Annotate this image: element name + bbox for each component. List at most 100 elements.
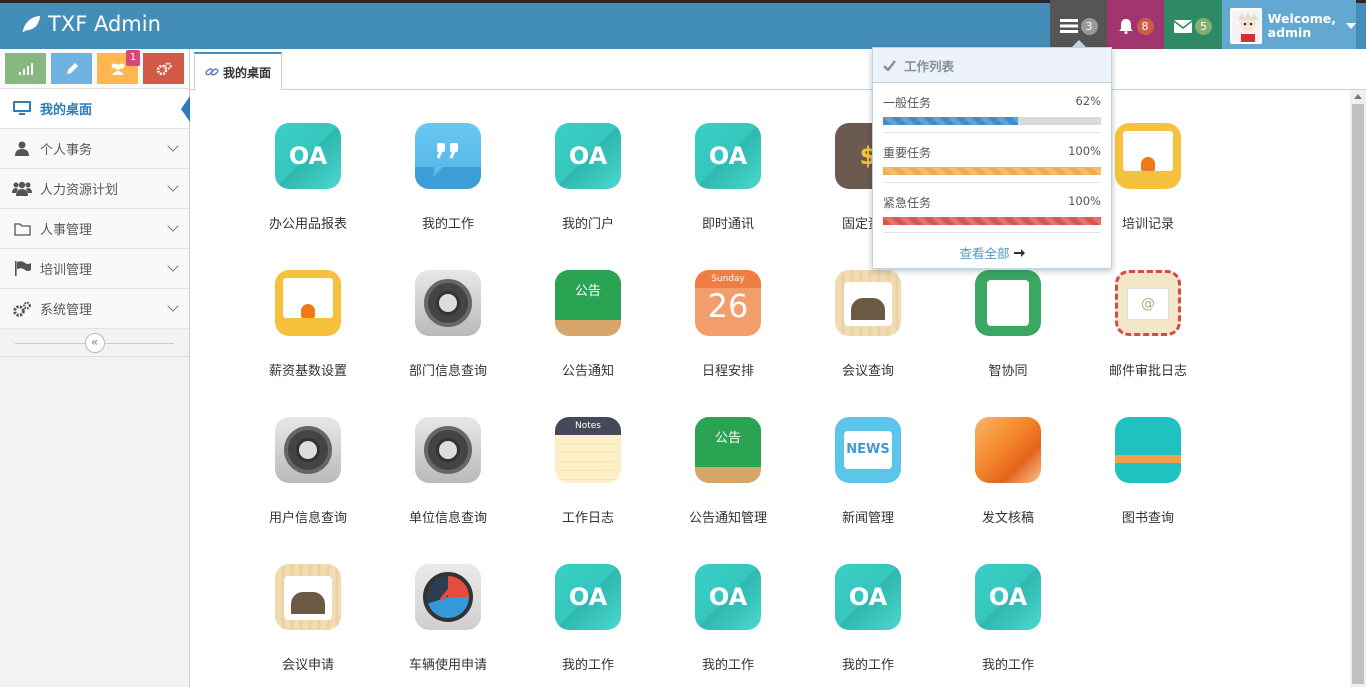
book-band (1115, 455, 1181, 463)
double-angle-left-icon[interactable]: « (84, 332, 105, 353)
app-tile[interactable]: 智协同 (938, 270, 1078, 379)
app-tile[interactable]: 公告 公告通知 (518, 270, 658, 379)
app-tile[interactable]: Sunday 26 日程安排 (658, 270, 798, 379)
app-label: 办公用品报表 (268, 217, 347, 232)
app-tile[interactable]: OA 我的工作 (518, 564, 658, 673)
app-label: 我的工作 (841, 658, 894, 673)
shortcut-users-button[interactable]: 1 (97, 50, 140, 84)
sidebar-item-personal-affairs[interactable]: 个人事务 (0, 129, 189, 169)
shortcut-users-badge: 1 (126, 50, 140, 66)
app-label: 会议查询 (841, 364, 894, 379)
task-item[interactable]: 重要任务 100% (883, 133, 1101, 183)
cogs-icon (156, 61, 172, 75)
vertical-scrollbar[interactable] (1350, 90, 1366, 687)
user-menu[interactable]: Welcome, admin (1222, 0, 1356, 52)
app-tile[interactable]: OA 即时通讯 (658, 123, 798, 232)
sidebar-item-personnel[interactable]: 人事管理 (0, 209, 189, 249)
mail-app-icon: @ (1115, 270, 1181, 336)
shortcut-edit-button[interactable] (51, 53, 92, 84)
scroll-up-arrow-icon[interactable] (1354, 94, 1362, 99)
sidebar-item-system[interactable]: 系统管理 (0, 289, 189, 329)
sidebar-item-training[interactable]: 培训管理 (0, 249, 189, 289)
notice-app-icon: 公告 (695, 417, 761, 483)
app-label: 即时通讯 (701, 217, 754, 232)
meeting-app-icon (835, 270, 901, 336)
messages-badge: 5 (1195, 17, 1212, 35)
app-tile[interactable]: 公告 公告通知管理 (658, 417, 798, 526)
app-tile[interactable]: 车辆使用申请 (378, 564, 518, 673)
user-icon (12, 141, 32, 157)
mail-letter: @ (1127, 288, 1169, 320)
sidebar-item-label: 人事管理 (40, 223, 93, 238)
app-label: 我的门户 (561, 217, 614, 232)
app-label: 工作日志 (561, 511, 614, 526)
oa-app-icon: OA (555, 123, 621, 189)
app-tile[interactable]: OA 我的工作 (658, 564, 798, 673)
calendar-app-icon: Sunday 26 (695, 270, 761, 336)
messages-button[interactable]: 5 (1164, 0, 1222, 52)
calendar-date: 26 (707, 287, 749, 325)
task-item[interactable]: 紧急任务 100% (883, 183, 1101, 233)
notifications-button[interactable]: 8 (1107, 0, 1164, 52)
app-label: 车辆使用申请 (408, 658, 487, 673)
bell-icon (1118, 19, 1133, 34)
notice-board: 公告 (555, 270, 621, 320)
brand-title: TXF Admin (48, 12, 161, 36)
app-tile[interactable]: 我的工作 (378, 123, 518, 232)
app-tile[interactable]: OA 我的门户 (518, 123, 658, 232)
gear-hub (436, 438, 460, 462)
notice-base (555, 320, 621, 336)
app-tile[interactable]: 发文核稿 (938, 417, 1078, 526)
app-tile[interactable]: OA 我的工作 (798, 564, 938, 673)
task-progress-track (883, 217, 1101, 225)
gauge-app-icon (415, 564, 481, 630)
app-label: 我的工作 (981, 658, 1034, 673)
shortcut-stats-button[interactable] (5, 53, 46, 84)
app-tile[interactable]: 薪资基数设置 (238, 270, 378, 379)
gauge-ring (423, 572, 473, 622)
task-progress-track (883, 117, 1101, 125)
task-percent: 100% (1068, 194, 1101, 208)
app-tile[interactable]: 单位信息查询 (378, 417, 518, 526)
see-all-tasks-link[interactable]: 查看全部 (873, 243, 1111, 262)
app-tile[interactable]: 用户信息查询 (238, 417, 378, 526)
tab-desktop[interactable]: 我的桌面 (194, 52, 283, 91)
tasks-dropdown-title: 工作列表 (904, 58, 955, 74)
sidebar-item-label: 个人事务 (40, 143, 93, 158)
oa-text: OA (568, 142, 608, 170)
sidebar-item-hr-planning[interactable]: 人力资源计划 (0, 169, 189, 209)
task-item[interactable]: 一般任务 62% (883, 83, 1101, 133)
link-icon (205, 68, 219, 76)
quote-bubble-icon (415, 143, 481, 189)
app-tile[interactable]: NEWS 新闻管理 (798, 417, 938, 526)
app-tile[interactable]: 图书查询 (1078, 417, 1218, 526)
oa-text: OA (288, 142, 328, 170)
oa-app-icon: OA (275, 123, 341, 189)
scrollbar-thumb[interactable] (1352, 104, 1364, 684)
app-label: 发文核稿 (981, 511, 1034, 526)
caret-down-icon (1346, 23, 1356, 29)
clipboard-app-icon (975, 270, 1041, 336)
person-figure (1141, 157, 1155, 171)
task-percent: 100% (1068, 144, 1101, 158)
clipboard (987, 280, 1029, 326)
app-tile[interactable]: OA 办公用品报表 (238, 123, 378, 232)
app-tile[interactable]: 部门信息查询 (378, 270, 518, 379)
app-tile[interactable]: 会议申请 (238, 564, 378, 673)
meeting-app-icon (275, 564, 341, 630)
app-tile[interactable]: @ 邮件审批日志 (1078, 270, 1218, 379)
sidebar-item-desktop[interactable]: 我的桌面 (0, 89, 190, 129)
users-icon (111, 63, 124, 75)
brand[interactable]: TXF Admin (20, 12, 161, 36)
sidebar-item-label: 我的桌面 (40, 103, 93, 118)
avatar-image-icon (1232, 10, 1260, 42)
app-tile[interactable]: 会议查询 (798, 270, 938, 379)
envelope-icon (1174, 19, 1192, 33)
app-tile[interactable]: OA 我的工作 (938, 564, 1078, 673)
task-progress-fill (883, 217, 1101, 225)
welcome-text: Welcome, (1267, 11, 1336, 26)
app-tile[interactable]: Notes 工作日志 (518, 417, 658, 526)
shortcut-settings-button[interactable] (143, 53, 184, 84)
tasks-icon (1059, 19, 1078, 33)
tab-label: 我的桌面 (223, 65, 272, 80)
